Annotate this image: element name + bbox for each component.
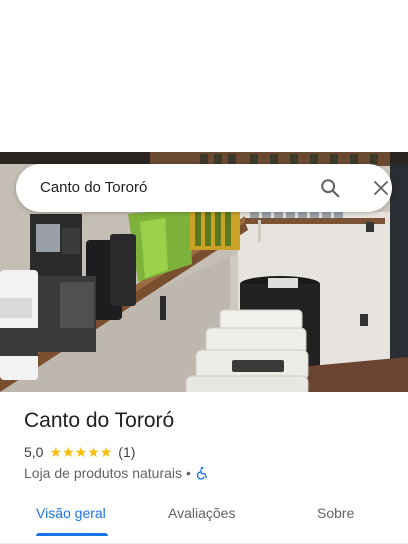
tab-reviews[interactable]: Avaliações [168,505,235,521]
star-icon: ★ [87,444,100,460]
close-icon[interactable] [369,176,393,200]
search-input[interactable]: Canto do Tororó [40,179,147,196]
tab-about[interactable]: Sobre [317,505,354,521]
search-bar[interactable]: Canto do Tororó [16,164,392,212]
search-icon[interactable] [318,176,342,200]
review-count[interactable]: (1) [118,444,135,460]
star-icon: ★ [99,444,113,460]
place-title: Canto do Tororó [24,409,175,432]
wheelchair-icon [195,466,209,480]
category-separator: • [186,465,191,481]
map-blank-area [0,0,408,152]
star-icon: ★ [49,444,63,460]
category-row: Loja de produtos naturais • [24,465,209,481]
star-icon: ★ [74,444,88,460]
rating-row[interactable]: 5,0 ★ ★ ★ ★ ★ (1) [24,444,135,460]
tab-bar: Visão geral Avaliações Sobre [0,496,408,544]
star-icon: ★ [62,444,75,460]
star-rating: ★ ★ ★ ★ ★ [49,445,112,459]
tab-overview[interactable]: Visão geral [36,505,106,521]
place-category[interactable]: Loja de produtos naturais [24,465,182,481]
active-tab-indicator [36,533,108,536]
rating-value: 5,0 [24,444,44,460]
